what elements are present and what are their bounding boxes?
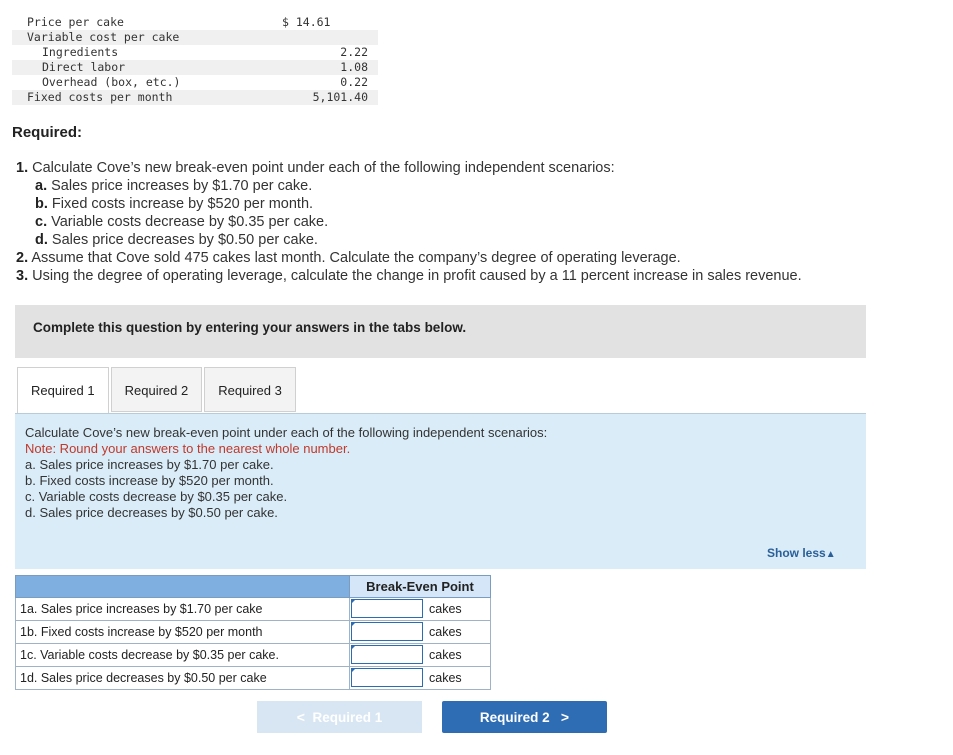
input-marker-icon xyxy=(351,645,356,650)
panel-intro: Calculate Cove’s new break-even point un… xyxy=(25,425,548,440)
show-less-label: Show less xyxy=(767,546,826,560)
question-text: Sales price decreases by $0.50 per cake. xyxy=(51,232,318,248)
show-less-link[interactable]: Show less▲ xyxy=(767,546,836,560)
cost-value: 5,101.40 xyxy=(312,90,368,104)
table-row: 1d. Sales price decreases by $0.50 per c… xyxy=(15,667,491,690)
question-text: Using the degree of operating leverage, … xyxy=(32,268,802,284)
triangle-up-icon: ▲ xyxy=(825,549,836,560)
cost-row: Price per cake $ 14.61 xyxy=(12,15,378,30)
input-marker-icon xyxy=(351,668,356,673)
cost-label: Variable cost per cake xyxy=(27,30,180,44)
question-subitem: c. Variable costs decrease by $0.35 per … xyxy=(16,213,802,231)
input-marker-icon xyxy=(351,599,356,604)
panel-line: a. Sales price increases by $1.70 per ca… xyxy=(25,457,274,472)
previous-tab-label: Required 1 xyxy=(312,710,383,725)
next-tab-label: Required 2 xyxy=(479,710,550,725)
panel-line: c. Variable costs decrease by $0.35 per … xyxy=(25,489,288,504)
unit-label: cakes xyxy=(426,644,491,667)
question-subitem: a. Sales price increases by $1.70 per ca… xyxy=(16,177,802,195)
chevron-right-icon: > xyxy=(560,709,570,725)
question-item: 2. Assume that Cove sold 475 cakes last … xyxy=(16,249,802,267)
question-subitem: d. Sales price decreases by $0.50 per ca… xyxy=(16,231,802,249)
answer-table-header: Break-Even Point xyxy=(15,575,491,598)
question-item: 1. Calculate Cove’s new break-even point… xyxy=(16,159,802,177)
panel-text: Calculate Cove’s new break-even point un… xyxy=(25,425,547,521)
break-even-input-1a[interactable] xyxy=(351,599,423,618)
cost-value: $ 14.61 xyxy=(282,15,331,29)
previous-tab-button[interactable]: < Required 1 xyxy=(257,701,422,733)
table-row: 1b. Fixed costs increase by $520 per mon… xyxy=(15,621,491,644)
break-even-input-1b[interactable] xyxy=(351,622,423,641)
table-row: 1a. Sales price increases by $1.70 per c… xyxy=(15,598,491,621)
cost-value: 2.22 xyxy=(340,45,368,59)
question-text: Assume that Cove sold 475 cakes last mon… xyxy=(31,250,681,266)
cost-label: Fixed costs per month xyxy=(27,90,173,104)
tab-bar: Required 1 Required 2 Required 3 xyxy=(17,367,298,414)
unit-label: cakes xyxy=(426,598,491,621)
question-panel: Calculate Cove’s new break-even point un… xyxy=(15,413,866,569)
panel-line: d. Sales price decreases by $0.50 per ca… xyxy=(25,505,278,520)
cost-data-table: Price per cake $ 14.61 Variable cost per… xyxy=(12,15,378,105)
required-heading: Required: xyxy=(12,124,83,141)
cost-label: Overhead (box, etc.) xyxy=(42,75,181,89)
question-letter: a. xyxy=(35,178,48,194)
next-tab-button[interactable]: Required 2 > xyxy=(442,701,607,733)
panel-note: Note: Round your answers to the nearest … xyxy=(25,441,351,456)
instruction-bar: Complete this question by entering your … xyxy=(15,305,866,358)
table-row: 1c. Variable costs decrease by $0.35 per… xyxy=(15,644,491,667)
question-item: 3. Using the degree of operating leverag… xyxy=(16,267,802,285)
unit-label: cakes xyxy=(426,667,491,690)
column-header-break-even: Break-Even Point xyxy=(350,575,491,598)
chevron-left-icon: < xyxy=(296,709,305,725)
row-label: 1b. Fixed costs increase by $520 per mon… xyxy=(15,621,350,644)
question-letter: c. xyxy=(35,214,48,230)
panel-line: b. Fixed costs increase by $520 per mont… xyxy=(25,473,274,488)
cost-value xyxy=(238,30,378,45)
question-letter: d. xyxy=(35,232,48,248)
instruction-text: Complete this question by entering your … xyxy=(33,320,467,335)
answer-cell xyxy=(350,598,426,621)
question-text: Fixed costs increase by $520 per month. xyxy=(51,196,314,212)
question-letter: b. xyxy=(35,196,48,212)
unit-label: cakes xyxy=(426,621,491,644)
question-number: 1. xyxy=(16,160,29,176)
cost-row: Variable cost per cake xyxy=(12,30,378,45)
answer-table: Break-Even Point 1a. Sales price increas… xyxy=(15,575,491,690)
row-label: 1a. Sales price increases by $1.70 per c… xyxy=(15,598,350,621)
cost-label: Direct labor xyxy=(42,60,126,74)
cost-row: Direct labor 1.08 xyxy=(12,60,378,75)
answer-cell xyxy=(350,621,426,644)
cost-row: Overhead (box, etc.) 0.22 xyxy=(12,75,378,90)
cost-label: Price per cake xyxy=(27,15,124,29)
tab-required-3[interactable]: Required 3 xyxy=(204,367,296,412)
question-text: Variable costs decrease by $0.35 per cak… xyxy=(51,214,329,230)
input-marker-icon xyxy=(351,622,356,627)
row-label: 1d. Sales price decreases by $0.50 per c… xyxy=(15,667,350,690)
row-label: 1c. Variable costs decrease by $0.35 per… xyxy=(15,644,350,667)
cost-row: Ingredients 2.22 xyxy=(12,45,378,60)
answer-cell xyxy=(350,644,426,667)
tab-required-1[interactable]: Required 1 xyxy=(17,367,109,414)
cost-value: 1.08 xyxy=(340,60,368,74)
question-number: 3. xyxy=(16,268,29,284)
question-subitem: b. Fixed costs increase by $520 per mont… xyxy=(16,195,802,213)
question-text: Calculate Cove’s new break-even point un… xyxy=(32,160,615,176)
break-even-input-1d[interactable] xyxy=(351,668,423,687)
question-list: 1. Calculate Cove’s new break-even point… xyxy=(16,159,802,285)
cost-value: 0.22 xyxy=(340,75,368,89)
header-blank-cell xyxy=(15,575,350,598)
question-text: Sales price increases by $1.70 per cake. xyxy=(51,178,313,194)
cost-label: Ingredients xyxy=(42,45,119,59)
tab-required-2[interactable]: Required 2 xyxy=(110,367,203,412)
question-number: 2. xyxy=(16,250,29,266)
answer-cell xyxy=(350,667,426,690)
break-even-input-1c[interactable] xyxy=(351,645,423,664)
cost-row: Fixed costs per month 5,101.40 xyxy=(12,90,378,105)
